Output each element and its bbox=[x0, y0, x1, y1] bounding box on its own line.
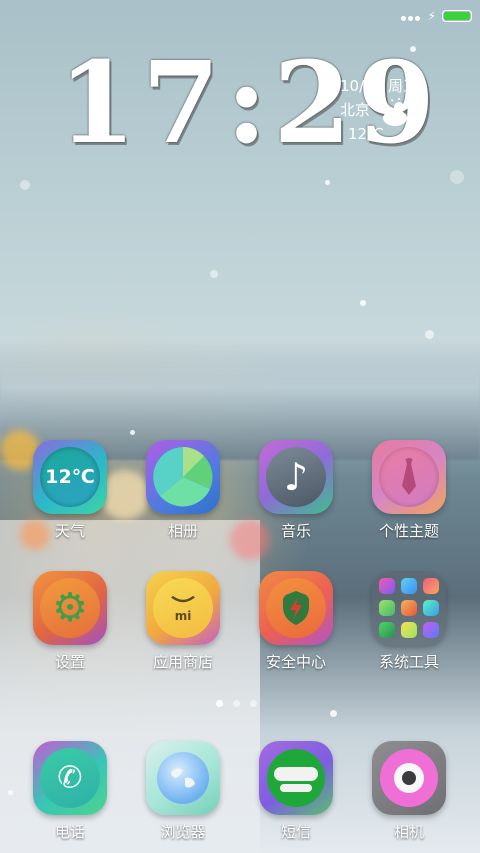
date-label: 10/26 周三 bbox=[340, 77, 418, 95]
camera-icon bbox=[372, 741, 446, 815]
app-browser[interactable]: 浏览器 bbox=[143, 741, 223, 842]
snowflake bbox=[210, 270, 218, 278]
app-themes[interactable]: 个性主题 bbox=[369, 440, 449, 541]
message-icon bbox=[259, 741, 333, 815]
app-security[interactable]: 安全中心 bbox=[256, 571, 336, 672]
signal-dots bbox=[400, 6, 422, 25]
app-gallery[interactable]: 相册 bbox=[143, 440, 223, 541]
snowflake bbox=[425, 330, 434, 339]
battery-icon bbox=[442, 9, 472, 22]
bolt-icon: ⚡ bbox=[427, 8, 436, 23]
app-music[interactable]: ♪ 音乐 bbox=[256, 440, 336, 541]
folder-icon bbox=[372, 571, 446, 645]
gear-icon: ⚙ bbox=[33, 571, 107, 645]
app-label: 相机 bbox=[393, 823, 424, 841]
app-label: 相册 bbox=[167, 522, 198, 540]
app-label: 个性主题 bbox=[378, 522, 439, 540]
page-dot[interactable] bbox=[216, 700, 223, 707]
app-camera[interactable]: 相机 bbox=[369, 741, 449, 842]
cloud-sun-icon bbox=[383, 98, 409, 126]
app-label: 电话 bbox=[54, 823, 85, 841]
snowflake bbox=[330, 710, 337, 717]
snowflake bbox=[20, 180, 30, 190]
page-dot[interactable] bbox=[233, 700, 240, 707]
snowflake bbox=[360, 300, 366, 306]
page-indicator[interactable] bbox=[216, 700, 257, 707]
app-label: 短信 bbox=[280, 823, 311, 841]
snowflake bbox=[325, 180, 330, 185]
app-store[interactable]: mi 应用商店 bbox=[143, 571, 223, 672]
status-bar: ⚡ bbox=[400, 6, 472, 25]
globe-icon bbox=[146, 741, 220, 815]
app-label: 系统工具 bbox=[378, 653, 439, 671]
snowflake bbox=[130, 430, 135, 435]
app-label: 浏览器 bbox=[160, 823, 206, 841]
weather-icon: 12℃ bbox=[33, 440, 107, 514]
snowflake bbox=[8, 790, 13, 795]
app-label: 设置 bbox=[54, 653, 85, 671]
theme-tie-icon bbox=[372, 440, 446, 514]
app-label: 应用商店 bbox=[152, 653, 213, 671]
svg-text:mi: mi bbox=[175, 609, 192, 623]
folder-system-tools[interactable]: 系统工具 bbox=[369, 571, 449, 672]
music-icon: ♪ bbox=[259, 440, 333, 514]
app-label: 安全中心 bbox=[265, 653, 326, 671]
phone-icon: ✆ bbox=[33, 741, 107, 815]
page-dot[interactable] bbox=[250, 700, 257, 707]
app-label: 天气 bbox=[54, 522, 85, 540]
app-phone[interactable]: ✆ 电话 bbox=[30, 741, 110, 842]
app-label: 音乐 bbox=[280, 522, 311, 540]
app-weather[interactable]: 12℃ 天气 bbox=[30, 440, 110, 541]
gallery-icon bbox=[146, 440, 220, 514]
app-store-icon: mi bbox=[146, 571, 220, 645]
app-settings[interactable]: ⚙ 设置 bbox=[30, 571, 110, 672]
shield-icon bbox=[259, 571, 333, 645]
snowflake bbox=[450, 170, 464, 184]
app-messages[interactable]: 短信 bbox=[256, 741, 336, 842]
